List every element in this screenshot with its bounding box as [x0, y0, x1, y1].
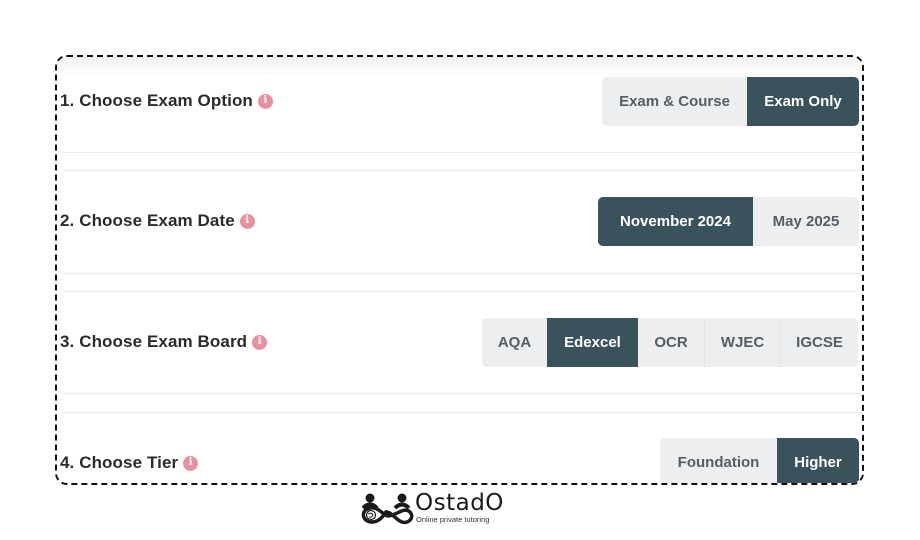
- section-title: 2. Choose Exam Date: [60, 211, 235, 230]
- exam-board-toggle: AQA Edexcel OCR WJEC IGCSE: [482, 318, 858, 367]
- divider: [63, 291, 862, 292]
- option-higher[interactable]: Higher: [777, 438, 859, 483]
- section-exam-date: 2. Choose Exam Date i November 2024 May …: [57, 177, 862, 277]
- option-wjec[interactable]: WJEC: [704, 318, 780, 367]
- divider: [63, 412, 862, 413]
- exam-option-toggle: Exam & Course Exam Only: [602, 77, 859, 126]
- logo-name: OstadO: [415, 490, 504, 516]
- divider: [63, 152, 862, 153]
- section-label: 1. Choose Exam Option i: [60, 91, 273, 111]
- info-icon[interactable]: i: [252, 334, 268, 350]
- divider: [63, 273, 862, 274]
- option-aqa[interactable]: AQA: [482, 318, 547, 367]
- section-exam-option: 1. Choose Exam Option i Exam & Course Ex…: [57, 57, 862, 157]
- section-title: 1. Choose Exam Option: [60, 91, 253, 110]
- option-exam-and-course[interactable]: Exam & Course: [602, 77, 747, 126]
- option-foundation[interactable]: Foundation: [660, 438, 777, 483]
- exam-selection-panel: 1. Choose Exam Option i Exam & Course Ex…: [55, 55, 864, 485]
- divider: [63, 393, 862, 394]
- option-may-2025[interactable]: May 2025: [753, 197, 859, 246]
- logo-text: OstadO Online private tutoring: [415, 490, 504, 525]
- option-november-2024[interactable]: November 2024: [598, 197, 753, 246]
- section-title: 3. Choose Exam Board: [60, 332, 248, 351]
- section-label: 2. Choose Exam Date i: [60, 211, 255, 231]
- option-ocr[interactable]: OCR: [638, 318, 704, 367]
- section-tier: 4. Choose Tier i Foundation Higher: [57, 418, 862, 483]
- divider: [63, 170, 862, 171]
- logo-tagline: Online private tutoring: [416, 515, 490, 524]
- logo-mark-icon: [361, 493, 414, 525]
- ostado-logo: OstadO Online private tutoring: [358, 492, 504, 526]
- info-icon[interactable]: i: [257, 93, 273, 109]
- section-title: 4. Choose Tier: [60, 453, 179, 472]
- info-icon[interactable]: i: [239, 213, 255, 229]
- option-igcse[interactable]: IGCSE: [780, 318, 858, 367]
- section-label: 4. Choose Tier i: [60, 453, 199, 473]
- section-exam-board: 3. Choose Exam Board i AQA Edexcel OCR W…: [57, 298, 862, 398]
- info-icon[interactable]: i: [183, 455, 199, 471]
- section-label: 3. Choose Exam Board i: [60, 332, 268, 352]
- option-edexcel[interactable]: Edexcel: [547, 318, 638, 367]
- exam-date-toggle: November 2024 May 2025: [598, 197, 859, 246]
- option-exam-only[interactable]: Exam Only: [747, 77, 859, 126]
- tier-toggle: Foundation Higher: [660, 438, 859, 483]
